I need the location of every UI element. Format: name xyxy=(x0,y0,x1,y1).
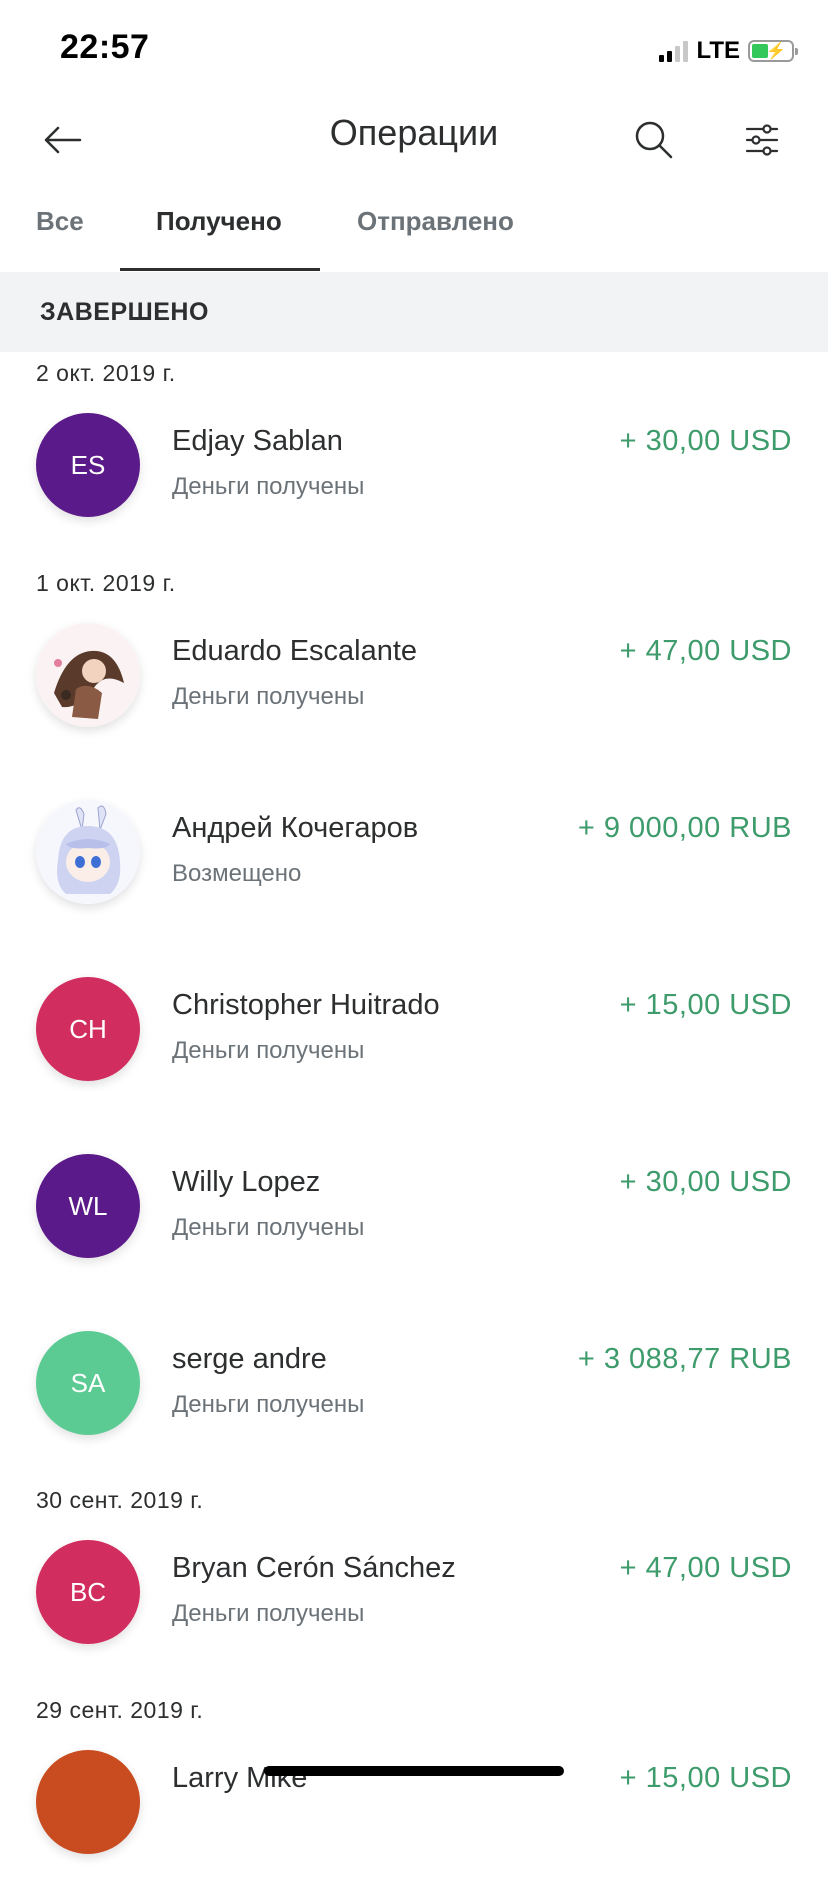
transaction-row[interactable]: SA serge andre Деньги получены + 3 088,7… xyxy=(0,1331,828,1461)
avatar xyxy=(36,1750,140,1854)
search-button[interactable] xyxy=(622,108,686,172)
transaction-row[interactable]: ES Edjay Sablan Деньги получены + 30,00 … xyxy=(0,413,828,543)
sender-name: Андрей Кочегаров xyxy=(172,812,419,844)
avatar xyxy=(36,800,140,904)
page-title: Операции xyxy=(329,112,499,153)
signal-icon xyxy=(659,40,689,62)
section-title: ЗАВЕРШЕНО xyxy=(40,298,209,326)
date-label: 29 сент. 2019 г. xyxy=(36,1697,204,1723)
avatar: BC xyxy=(36,1540,140,1644)
transaction-amount: + 30,00 USD xyxy=(619,425,792,457)
avatar: ES xyxy=(36,413,140,517)
sender-name: Willy Lopez xyxy=(172,1166,321,1198)
transaction-status: Деньги получены xyxy=(172,1037,365,1064)
date-label: 1 окт. 2019 г. xyxy=(36,570,176,596)
avatar-photo-icon xyxy=(36,623,140,727)
transaction-amount: + 9 000,00 RUB xyxy=(577,812,792,844)
battery-icon: ⚡ xyxy=(748,40,798,62)
sender-name: Edjay Sablan xyxy=(172,425,343,457)
status-indicators: LTE ⚡ xyxy=(659,36,798,66)
filter-button[interactable] xyxy=(730,108,794,172)
tab-bar: Все Получено Отправлено xyxy=(0,180,828,272)
tab-sent[interactable]: Отправлено xyxy=(357,206,514,237)
active-tab-indicator xyxy=(120,268,320,271)
transaction-amount: + 47,00 USD xyxy=(619,1552,792,1584)
transaction-amount: + 30,00 USD xyxy=(619,1166,792,1198)
avatar: CH xyxy=(36,977,140,1081)
date-label: 30 сент. 2019 г. xyxy=(36,1487,204,1513)
avatar xyxy=(36,623,140,727)
avatar-photo-icon xyxy=(36,800,140,904)
status-time: 22:57 xyxy=(60,28,150,66)
transaction-status: Деньги получены xyxy=(172,473,365,500)
transaction-status: Деньги получены xyxy=(172,1214,365,1241)
transaction-amount: + 3 088,77 RUB xyxy=(577,1343,792,1375)
transaction-amount: + 15,00 USD xyxy=(619,1762,792,1794)
tab-all[interactable]: Все xyxy=(36,206,84,237)
nav-bar: Операции xyxy=(0,100,828,180)
transaction-status: Возмещено xyxy=(172,860,302,887)
avatar: SA xyxy=(36,1331,140,1435)
avatar: WL xyxy=(36,1154,140,1258)
transaction-amount: + 47,00 USD xyxy=(619,635,792,667)
transaction-status: Деньги получены xyxy=(172,683,365,710)
sender-name: Christopher Huitrado xyxy=(172,989,440,1021)
transaction-amount: + 15,00 USD xyxy=(619,989,792,1021)
sender-name: Eduardo Escalante xyxy=(172,635,418,667)
status-bar: 22:57 LTE ⚡ xyxy=(0,0,828,100)
tab-received[interactable]: Получено xyxy=(156,206,282,237)
transaction-row[interactable]: BC Bryan Cerón Sánchez Деньги получены +… xyxy=(0,1540,828,1670)
search-icon xyxy=(635,121,673,159)
sender-name: Bryan Cerón Sánchez xyxy=(172,1552,456,1584)
home-indicator[interactable] xyxy=(264,1766,564,1776)
transaction-row[interactable]: CH Christopher Huitrado Деньги получены … xyxy=(0,977,828,1107)
transaction-status: Деньги получены xyxy=(172,1600,365,1627)
date-label: 2 окт. 2019 г. xyxy=(36,360,176,386)
filter-sliders-icon xyxy=(745,124,779,156)
transaction-row[interactable]: Eduardo Escalante Деньги получены + 47,0… xyxy=(0,623,828,753)
section-header: ЗАВЕРШЕНО xyxy=(0,272,828,352)
sender-name: serge andre xyxy=(172,1343,327,1375)
transaction-status: Деньги получены xyxy=(172,1391,365,1418)
transaction-row[interactable]: WL Willy Lopez Деньги получены + 30,00 U… xyxy=(0,1154,828,1284)
network-type: LTE xyxy=(696,37,740,64)
transaction-row[interactable]: Андрей Кочегаров Возмещено + 9 000,00 RU… xyxy=(0,800,828,930)
